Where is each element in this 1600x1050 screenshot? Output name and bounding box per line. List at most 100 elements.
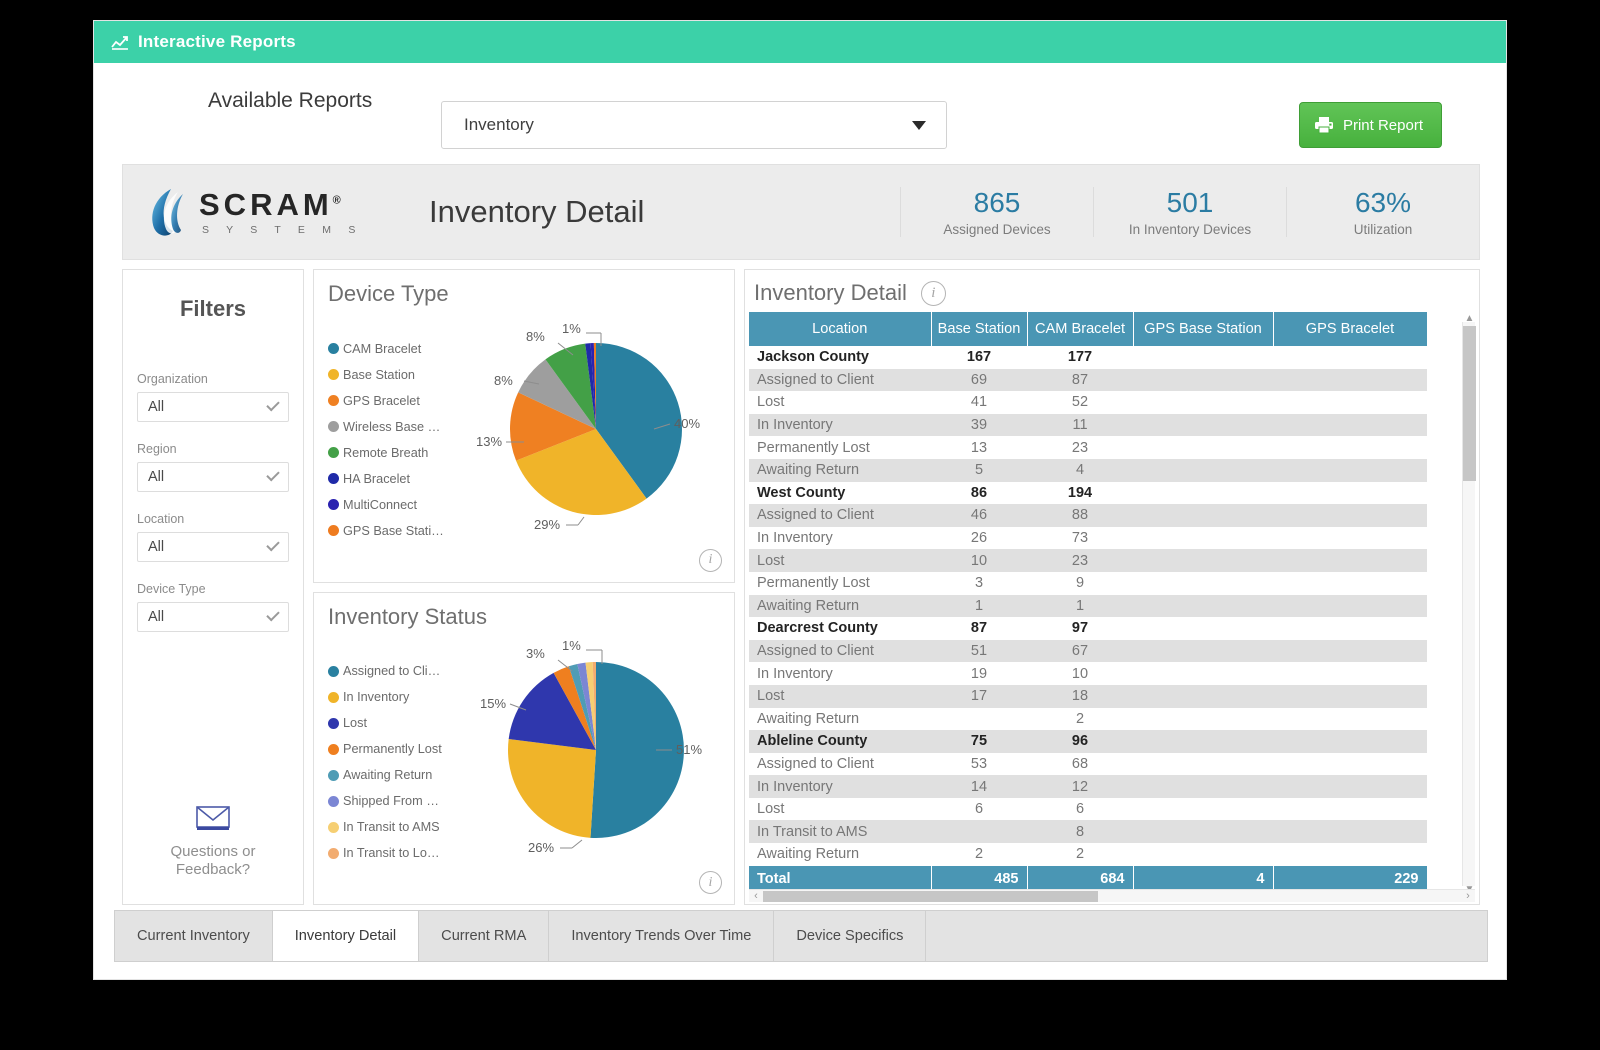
column-header-gps-base-station[interactable]: GPS Base Station xyxy=(1133,312,1273,346)
column-header-gps-bracelet[interactable]: GPS Bracelet xyxy=(1273,312,1427,346)
cell-value xyxy=(1133,482,1273,505)
table-horizontal-scrollbar[interactable]: ‹ › xyxy=(749,889,1475,902)
location-select[interactable]: All xyxy=(137,532,289,562)
cell-value: 9 xyxy=(1027,572,1133,595)
cell-value: 2 xyxy=(1027,843,1133,866)
legend-item[interactable]: MultiConnect xyxy=(328,492,466,517)
device-type-info-icon[interactable]: i xyxy=(699,549,722,572)
table-row[interactable]: Lost1023 xyxy=(749,549,1427,572)
legend-item[interactable]: Permanently Lost xyxy=(328,737,466,762)
legend-item[interactable]: Awaiting Return xyxy=(328,763,466,788)
column-header-location[interactable]: Location xyxy=(749,312,931,346)
report-select[interactable]: Inventory xyxy=(441,101,947,149)
scroll-right-icon[interactable]: › xyxy=(1461,890,1475,902)
scroll-up-icon[interactable]: ▲ xyxy=(1463,313,1476,324)
table-row[interactable]: In Transit to AMS8 xyxy=(749,820,1427,843)
legend-item[interactable]: HA Bracelet xyxy=(328,466,466,491)
table-row[interactable]: Assigned to Client4688 xyxy=(749,504,1427,527)
legend-swatch-icon xyxy=(328,848,339,859)
pie-label-40: 40% xyxy=(674,416,700,431)
tab-inventory-trends-over-time[interactable]: Inventory Trends Over Time xyxy=(549,911,774,961)
table-row[interactable]: In Inventory2673 xyxy=(749,527,1427,550)
legend-item[interactable]: Wireless Base … xyxy=(328,414,466,439)
legend-label: HA Bracelet xyxy=(343,472,410,486)
legend-item[interactable]: CAM Bracelet xyxy=(328,336,466,361)
table-row[interactable]: Assigned to Client5368 xyxy=(749,753,1427,776)
cell-location: Lost xyxy=(749,549,931,572)
pie-slice[interactable] xyxy=(508,738,596,837)
legend-item[interactable]: GPS Bracelet xyxy=(328,388,466,413)
table-group-row[interactable]: Dearcrest County8797 xyxy=(749,617,1427,640)
legend-item[interactable]: Remote Breath xyxy=(328,440,466,465)
legend-swatch-icon xyxy=(328,421,339,432)
horizontal-scroll-thumb[interactable] xyxy=(763,891,1098,902)
cell-value: 11 xyxy=(1027,414,1133,437)
table-row[interactable]: Assigned to Client6987 xyxy=(749,369,1427,392)
table-row[interactable]: In Inventory1910 xyxy=(749,662,1427,685)
column-header-base-station[interactable]: Base Station xyxy=(931,312,1027,346)
cell-value xyxy=(1273,685,1427,708)
cell-value: 23 xyxy=(1027,549,1133,572)
legend-item[interactable]: Shipped From … xyxy=(328,789,466,814)
pie-label-8b: 8% xyxy=(526,329,545,344)
device-type-pie[interactable]: 40% 29% 13% 8% 8% xyxy=(466,307,734,573)
table-group-row[interactable]: West County86194 xyxy=(749,482,1427,505)
feedback-line-2: Feedback? xyxy=(123,861,303,880)
cell-value xyxy=(1273,617,1427,640)
legend-item[interactable]: Base Station xyxy=(328,362,466,387)
cell-value xyxy=(1273,369,1427,392)
inventory-detail-panel: Inventory Detail i Location Base Station… xyxy=(744,269,1480,905)
questions-or-feedback-link[interactable]: Questions or Feedback? xyxy=(123,805,303,880)
inventory-grid-viewport[interactable]: Location Base Station CAM Bracelet GPS B… xyxy=(749,312,1475,900)
legend-swatch-icon xyxy=(328,395,339,406)
legend-item[interactable]: In Transit to AMS xyxy=(328,815,466,840)
table-row[interactable]: Lost1718 xyxy=(749,685,1427,708)
kpi-label: Utilization xyxy=(1293,222,1473,237)
inventory-status-info-icon[interactable]: i xyxy=(699,871,722,894)
pie-label-13: 13% xyxy=(476,434,502,449)
total-base-station: 485 xyxy=(931,866,1027,892)
table-row[interactable]: In Inventory1412 xyxy=(749,775,1427,798)
legend-item[interactable]: Lost xyxy=(328,711,466,736)
cell-location: Permanently Lost xyxy=(749,572,931,595)
table-row[interactable]: Lost4152 xyxy=(749,391,1427,414)
tab-inventory-detail[interactable]: Inventory Detail xyxy=(273,911,419,961)
scroll-left-icon[interactable]: ‹ xyxy=(749,890,763,902)
legend-item[interactable]: Assigned to Cli… xyxy=(328,659,466,684)
table-group-row[interactable]: Ableline County7596 xyxy=(749,730,1427,753)
tab-current-rma[interactable]: Current RMA xyxy=(419,911,549,961)
table-row[interactable]: Permanently Lost39 xyxy=(749,572,1427,595)
device-type-select[interactable]: All xyxy=(137,602,289,632)
tab-device-specifics[interactable]: Device Specifics xyxy=(774,911,926,961)
print-report-button[interactable]: Print Report xyxy=(1299,102,1442,148)
region-select[interactable]: All xyxy=(137,462,289,492)
table-row[interactable]: Awaiting Return22 xyxy=(749,843,1427,866)
table-row[interactable]: In Inventory3911 xyxy=(749,414,1427,437)
cell-value xyxy=(1133,662,1273,685)
legend-item[interactable]: In Transit to Lo… xyxy=(328,841,466,866)
kpi-label: In Inventory Devices xyxy=(1100,222,1280,237)
kpi-value: 63% xyxy=(1293,187,1473,219)
organization-select[interactable]: All xyxy=(137,392,289,422)
cell-value: 5 xyxy=(931,459,1027,482)
table-row[interactable]: Permanently Lost1323 xyxy=(749,436,1427,459)
table-row[interactable]: Lost66 xyxy=(749,798,1427,821)
pie-label-1: 1% xyxy=(562,321,581,336)
legend-item[interactable]: GPS Base Stati… xyxy=(328,518,466,543)
printer-icon xyxy=(1314,116,1334,134)
vertical-scroll-thumb[interactable] xyxy=(1463,326,1476,481)
table-row[interactable]: Assigned to Client5167 xyxy=(749,640,1427,663)
legend-item[interactable]: In Inventory xyxy=(328,685,466,710)
horizontal-scroll-track[interactable] xyxy=(763,891,1461,902)
table-vertical-scrollbar[interactable]: ▲ ▼ xyxy=(1462,322,1475,886)
cell-value xyxy=(1273,391,1427,414)
inventory-detail-info-icon[interactable]: i xyxy=(921,281,946,306)
cell-value xyxy=(1273,708,1427,731)
inventory-status-pie[interactable]: 51% 26% 15% 3% 1% xyxy=(466,630,734,896)
column-header-cam-bracelet[interactable]: CAM Bracelet xyxy=(1027,312,1133,346)
table-row[interactable]: Awaiting Return54 xyxy=(749,459,1427,482)
table-row[interactable]: Awaiting Return2 xyxy=(749,708,1427,731)
table-group-row[interactable]: Jackson County167177 xyxy=(749,346,1427,369)
tab-current-inventory[interactable]: Current Inventory xyxy=(115,911,273,961)
table-row[interactable]: Awaiting Return11 xyxy=(749,595,1427,618)
